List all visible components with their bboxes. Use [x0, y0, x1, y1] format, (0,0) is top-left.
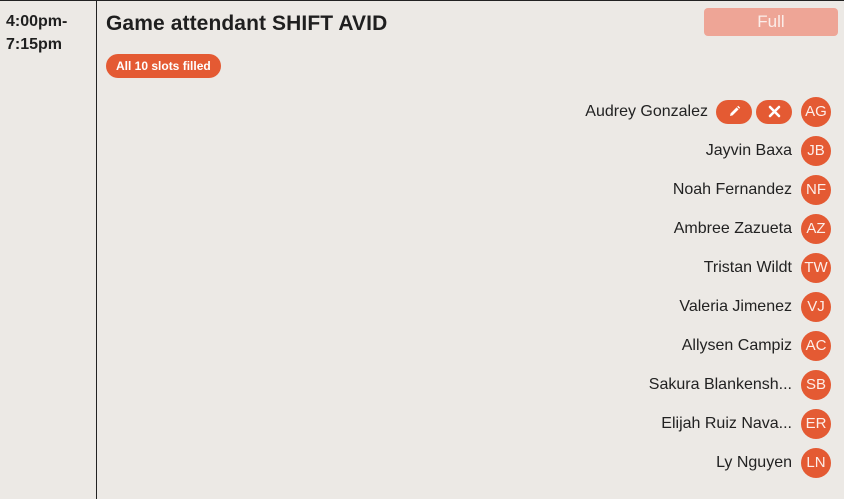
volunteer-name[interactable]: Elijah Ruiz Nava...	[661, 415, 792, 433]
avatar[interactable]: AC	[801, 330, 831, 361]
volunteer-name[interactable]: Tristan Wildt	[704, 259, 792, 277]
slots-filled-badge: All 10 slots filled	[106, 54, 221, 78]
volunteer-name[interactable]: Allysen Campiz	[682, 337, 792, 355]
avatar[interactable]: AZ	[801, 213, 831, 244]
full-button[interactable]: Full	[704, 8, 838, 36]
slot-row: Tristan Wildt TW	[585, 248, 831, 287]
slot-row: Elijah Ruiz Nava... ER	[585, 404, 831, 443]
volunteer-name[interactable]: Audrey Gonzalez	[585, 103, 708, 121]
avatar[interactable]: LN	[801, 447, 831, 478]
avatar[interactable]: ER	[801, 408, 831, 439]
close-icon	[768, 105, 780, 118]
avatar[interactable]: NF	[801, 174, 831, 205]
slot-actions	[712, 99, 792, 124]
slot-row: Allysen Campiz AC	[585, 326, 831, 365]
slot-row: Sakura Blankensh... SB	[585, 365, 831, 404]
edit-button[interactable]	[716, 99, 752, 124]
shift-title: Game attendant SHIFT AVID	[106, 12, 388, 35]
volunteer-name[interactable]: Noah Fernandez	[673, 181, 792, 199]
avatar[interactable]: AG	[801, 96, 831, 127]
volunteer-name[interactable]: Valeria Jimenez	[679, 298, 792, 316]
time-column: 4:00pm- 7:15pm	[0, 1, 97, 499]
avatar[interactable]: VJ	[801, 291, 831, 322]
avatar[interactable]: SB	[801, 369, 831, 400]
slot-row: Valeria Jimenez VJ	[585, 287, 831, 326]
volunteer-name[interactable]: Ly Nguyen	[716, 454, 792, 472]
slot-list: Audrey Gonzalez AG Jayvin Baxa JB Noah F…	[585, 92, 831, 482]
pencil-icon	[729, 105, 740, 116]
slot-row: Audrey Gonzalez AG	[585, 92, 831, 131]
avatar[interactable]: JB	[801, 135, 831, 166]
slot-row: Jayvin Baxa JB	[585, 131, 831, 170]
slot-row: Noah Fernandez NF	[585, 170, 831, 209]
shift-row: 4:00pm- 7:15pm Game attendant SHIFT AVID…	[0, 0, 844, 499]
shift-details: Game attendant SHIFT AVID Full All 10 sl…	[106, 1, 844, 499]
slot-row: Ly Nguyen LN	[585, 443, 831, 482]
volunteer-name[interactable]: Ambree Zazueta	[674, 220, 792, 238]
remove-button[interactable]	[756, 99, 792, 124]
volunteer-name[interactable]: Sakura Blankensh...	[649, 376, 792, 394]
slot-row: Ambree Zazueta AZ	[585, 209, 831, 248]
shift-time: 4:00pm- 7:15pm	[6, 13, 68, 53]
avatar[interactable]: TW	[801, 252, 831, 283]
volunteer-name[interactable]: Jayvin Baxa	[706, 142, 792, 160]
